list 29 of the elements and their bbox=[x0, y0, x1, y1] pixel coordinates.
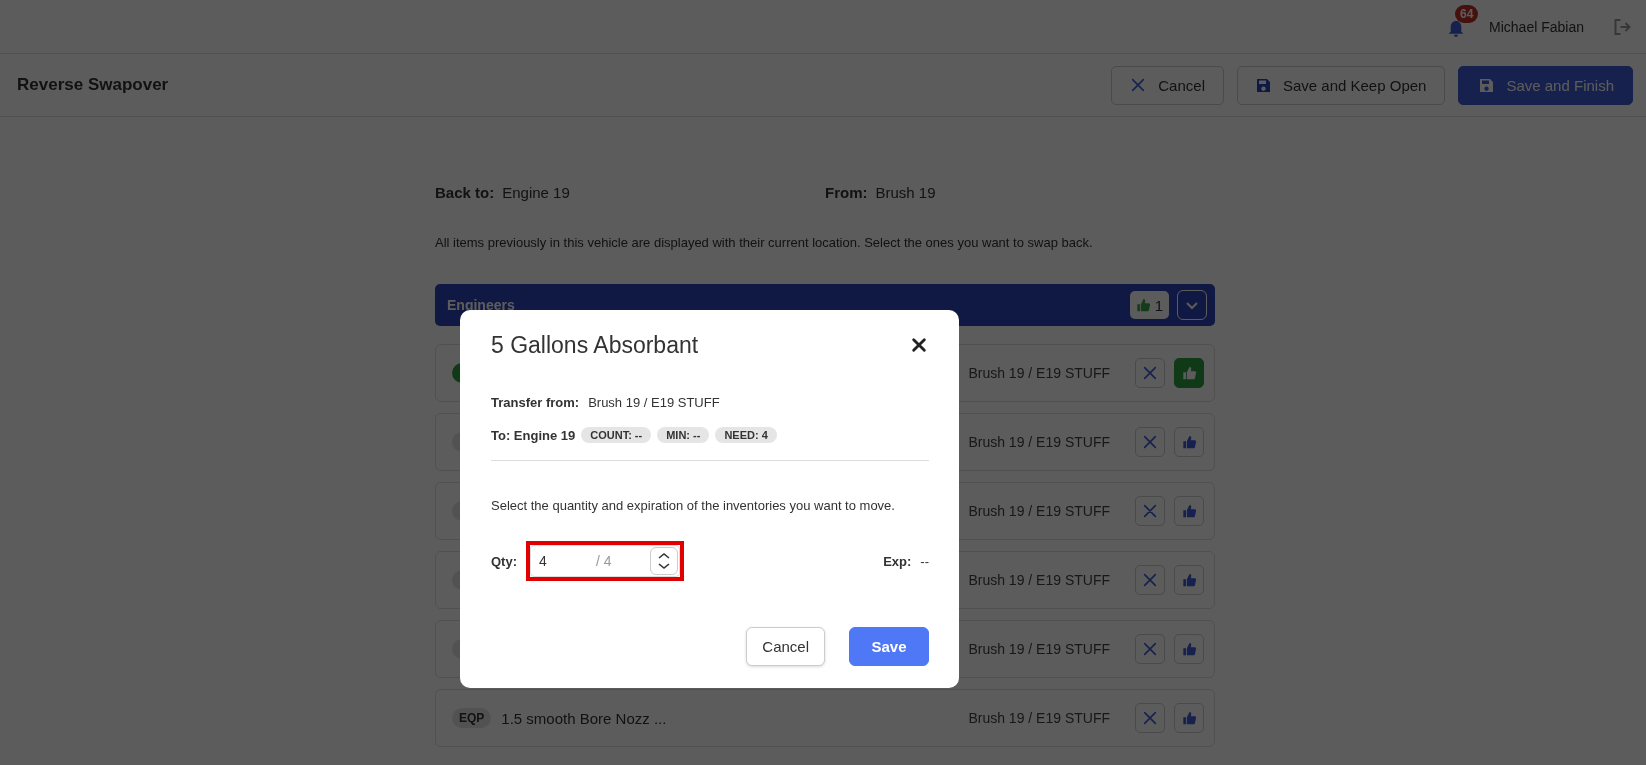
field-value: Engine 19 bbox=[502, 184, 570, 201]
instructions-text: All items previously in this vehicle are displayed with their current location. Select the ones you want to swap back. bbox=[435, 235, 1094, 250]
instructions-text: Select the quantity and expiration of the inventories you want to move. bbox=[491, 498, 896, 513]
location-text: Brush 19 / E19 STUFF bbox=[968, 572, 1110, 588]
page-title: Reverse Swapover bbox=[17, 75, 169, 95]
location-text: Brush 19 / E19 STUFF bbox=[968, 434, 1110, 450]
destination-label: To: Engine 19 bbox=[491, 427, 576, 443]
item-name: 1.5 smooth Bore Nozz ... bbox=[501, 709, 667, 727]
field-value: Brush 19 bbox=[875, 184, 936, 201]
location-text: Brush 19 / E19 STUFF bbox=[968, 365, 1110, 381]
approved-count: 1 bbox=[1129, 291, 1169, 319]
location-text: Brush 19 / E19 STUFF bbox=[968, 641, 1110, 657]
stat-chip: COUNT: -- bbox=[581, 427, 652, 443]
field-label: Transfer from: bbox=[491, 394, 580, 410]
field-value: Brush 19 / E19 STUFF bbox=[588, 394, 720, 410]
field-label: From: bbox=[825, 184, 868, 201]
notification-count: 64 bbox=[1455, 4, 1479, 23]
field-label: Exp: bbox=[883, 553, 912, 569]
stat-chip: MIN: -- bbox=[657, 427, 710, 443]
qty-label: Qty: bbox=[491, 553, 517, 569]
location-text: Brush 19 / E19 STUFF bbox=[968, 710, 1110, 726]
max-quantity-text: / 4 bbox=[596, 553, 612, 569]
stat-chip: NEED: 4 bbox=[715, 427, 777, 443]
field-label: Back to: bbox=[435, 184, 495, 201]
field-value: -- bbox=[920, 553, 929, 569]
group-title: Engineers bbox=[447, 297, 515, 313]
type-tag: EQP bbox=[452, 708, 492, 728]
location-text: Brush 19 / E19 STUFF bbox=[968, 503, 1110, 519]
dialog-title: 5 Gallons Absorbant bbox=[491, 331, 699, 359]
